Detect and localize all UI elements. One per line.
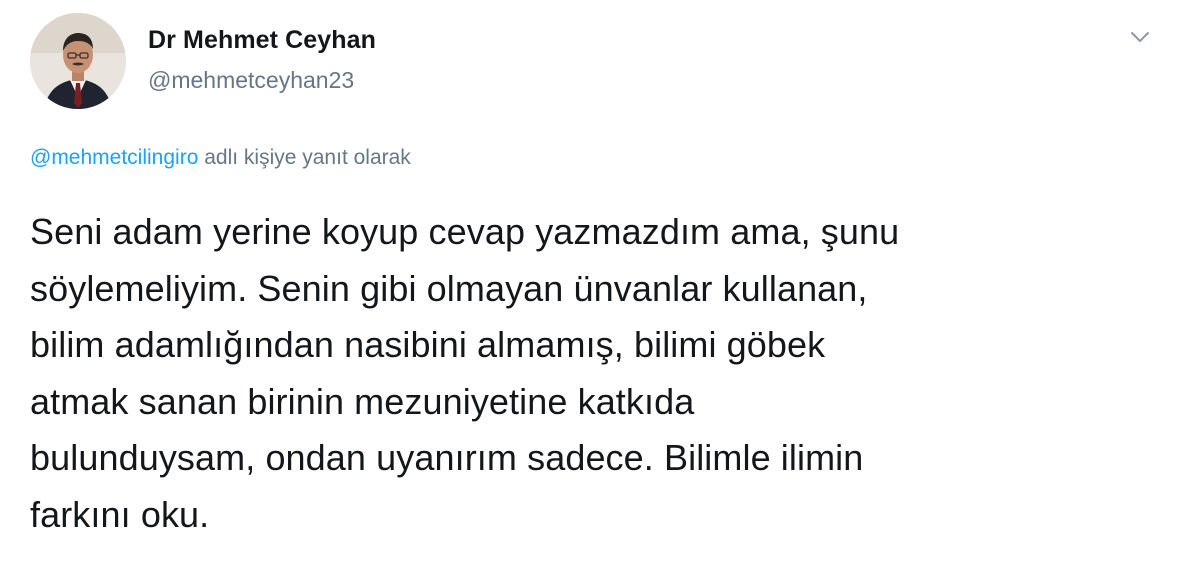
- tweet-text-line: bilim adamlığından nasibini almamış, bil…: [30, 324, 826, 365]
- tweet-text-line: farkını oku.: [30, 493, 210, 535]
- tweet-menu-button[interactable]: [1122, 22, 1158, 52]
- reply-context: @mehmetcilingiro adlı kişiye yanıt olara…: [30, 146, 411, 170]
- tweet-text-line: atmak sanan birinin mezuniyetine katkıda: [30, 380, 695, 422]
- tweet-text-line: Seni adam yerine koyup cevap yazmazdım a…: [30, 211, 900, 252]
- reply-context-label: adlı kişiye yanıt olarak: [198, 146, 411, 169]
- profile-photo: [30, 13, 126, 109]
- tweet-card: Dr Mehmet Ceyhan @mehmetceyhan23 @mehmet…: [0, 0, 1200, 563]
- tweet-text-line: bulunduysam, ondan uyanırım sadece. Bili…: [30, 437, 864, 478]
- chevron-down-icon: [1131, 32, 1149, 42]
- avatar[interactable]: [30, 13, 126, 109]
- tweet-text-line: söylemeliyim. Senin gibi olmayan ünvanla…: [30, 267, 868, 309]
- author-handle[interactable]: @mehmetceyhan23: [148, 67, 354, 94]
- author-display-name[interactable]: Dr Mehmet Ceyhan: [148, 26, 376, 55]
- tweet-text: Seni adam yerine koyup cevap yazmazdım a…: [30, 204, 1180, 543]
- reply-mention-link[interactable]: @mehmetcilingiro: [30, 146, 198, 169]
